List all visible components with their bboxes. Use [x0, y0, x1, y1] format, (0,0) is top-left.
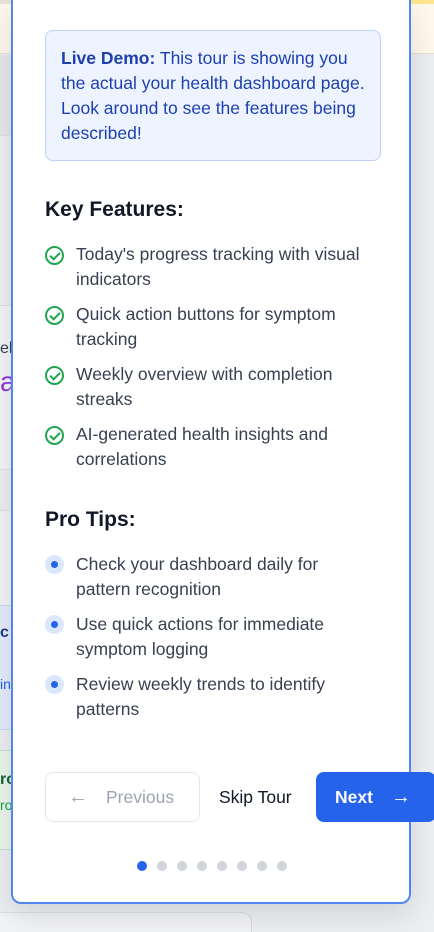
tip-text: Check your dashboard daily for pattern r…: [76, 554, 319, 599]
feature-item: AI-generated health insights and correla…: [45, 422, 385, 482]
tip-text: Review weekly trends to identify pattern…: [76, 674, 325, 719]
background-text: c: [0, 624, 9, 641]
check-circle-icon: [45, 246, 64, 265]
tip-text: Use quick actions for immediate symptom …: [76, 614, 325, 659]
tour-dialog: Live Demo: This tour is showing you the …: [11, 0, 411, 904]
feature-text: AI-generated health insights and correla…: [76, 424, 328, 469]
key-features-list: Today's progress tracking with visual in…: [45, 242, 385, 482]
tip-item: Use quick actions for immediate symptom …: [45, 612, 385, 672]
step-dot[interactable]: [277, 861, 287, 871]
step-dot[interactable]: [257, 861, 267, 871]
bullet-dot-icon: [45, 675, 64, 694]
feature-item: Weekly overview with completion streaks: [45, 362, 385, 422]
next-button[interactable]: Next →: [316, 772, 434, 822]
feature-text: Weekly overview with completion streaks: [76, 364, 333, 409]
tip-item: Review weekly trends to identify pattern…: [45, 672, 385, 732]
check-circle-icon: [45, 426, 64, 445]
bullet-dot-icon: [45, 615, 64, 634]
step-dot[interactable]: [237, 861, 247, 871]
live-demo-notice: Live Demo: This tour is showing you the …: [45, 30, 381, 161]
step-dot[interactable]: [157, 861, 167, 871]
next-label: Next: [335, 786, 373, 807]
live-demo-label: Live Demo:: [61, 48, 156, 68]
arrow-left-icon: ←: [68, 785, 88, 808]
background-text: in: [0, 676, 11, 692]
step-indicator: [137, 861, 297, 871]
step-dot[interactable]: [177, 861, 187, 871]
pro-tips-heading: Pro Tips:: [45, 508, 136, 531]
background-card: [0, 912, 252, 932]
check-circle-icon: [45, 366, 64, 385]
check-circle-icon: [45, 306, 64, 325]
feature-item: Today's progress tracking with visual in…: [45, 242, 385, 302]
feature-text: Quick action buttons for symptom trackin…: [76, 304, 336, 349]
step-dot-active[interactable]: [137, 861, 147, 871]
step-dot[interactable]: [197, 861, 207, 871]
key-features-heading: Key Features:: [45, 198, 184, 221]
feature-text: Today's progress tracking with visual in…: [76, 244, 360, 289]
step-dot[interactable]: [217, 861, 227, 871]
arrow-right-icon: →: [390, 785, 411, 808]
bullet-dot-icon: [45, 555, 64, 574]
previous-label: Previous: [106, 786, 175, 807]
pro-tips-list: Check your dashboard daily for pattern r…: [45, 552, 385, 732]
tip-item: Check your dashboard daily for pattern r…: [45, 552, 385, 612]
feature-item: Quick action buttons for symptom trackin…: [45, 302, 385, 362]
previous-button[interactable]: ← Previous: [45, 772, 200, 822]
skip-tour-button[interactable]: Skip Tour: [219, 772, 292, 822]
